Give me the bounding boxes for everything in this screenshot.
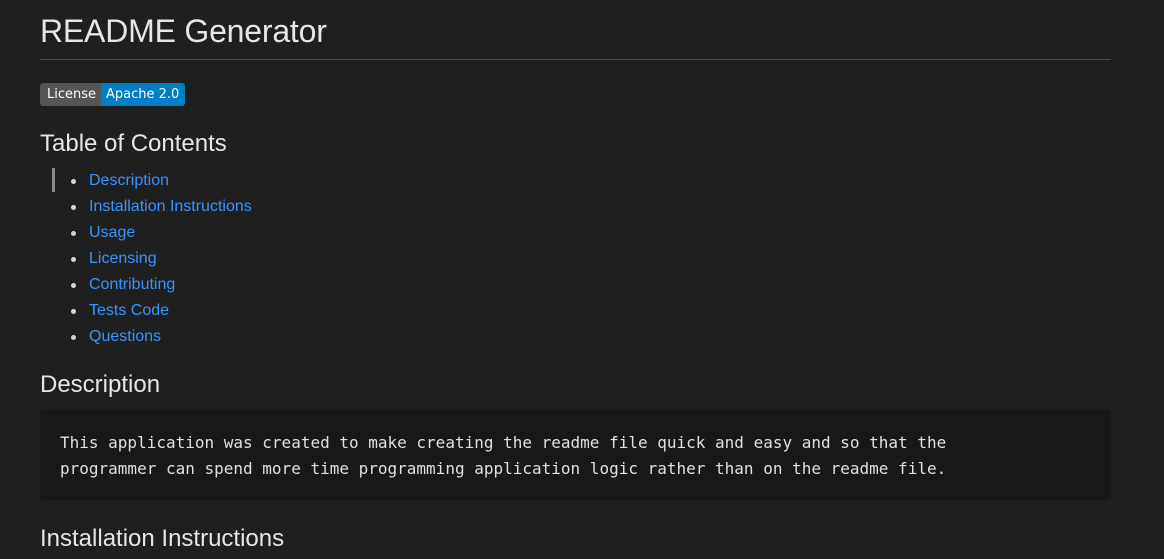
- toc-item-tests: Tests Code: [40, 298, 1111, 324]
- installation-heading: Installation Instructions: [40, 525, 285, 552]
- toc-heading: Table of Contents: [40, 130, 227, 157]
- license-badge-value: Apache 2.0: [101, 83, 186, 106]
- title-divider: [40, 59, 1111, 60]
- toc-link-usage[interactable]: Usage: [89, 224, 135, 241]
- page-title: README Generator: [40, 13, 327, 49]
- toc-link-tests[interactable]: Tests Code: [89, 302, 169, 319]
- toc-list: Description Installation Instructions Us…: [40, 168, 1111, 350]
- toc-item-contributing: Contributing: [40, 272, 1111, 298]
- toc-item-installation: Installation Instructions: [40, 194, 1111, 220]
- toc-link-licensing[interactable]: Licensing: [89, 250, 157, 267]
- toc-item-licensing: Licensing: [40, 246, 1111, 272]
- toc-item-questions: Questions: [40, 324, 1111, 350]
- license-badge-label: License: [40, 83, 102, 106]
- license-badge[interactable]: License Apache 2.0: [40, 83, 186, 106]
- toc-link-questions[interactable]: Questions: [89, 328, 161, 345]
- toc-link-installation[interactable]: Installation Instructions: [89, 198, 252, 215]
- code-line: programmer can spend more time programmi…: [60, 459, 947, 478]
- code-line: This application was created to make cre…: [60, 433, 947, 452]
- toc-item-description: Description: [40, 168, 1111, 194]
- markdown-preview: README Generator License Apache 2.0 Tabl…: [0, 0, 1164, 559]
- description-code-block: This application was created to make cre…: [40, 410, 1111, 500]
- toc-item-usage: Usage: [40, 220, 1111, 246]
- description-heading: Description: [40, 371, 161, 398]
- toc-link-description[interactable]: Description: [89, 172, 169, 189]
- toc-link-contributing[interactable]: Contributing: [89, 276, 175, 293]
